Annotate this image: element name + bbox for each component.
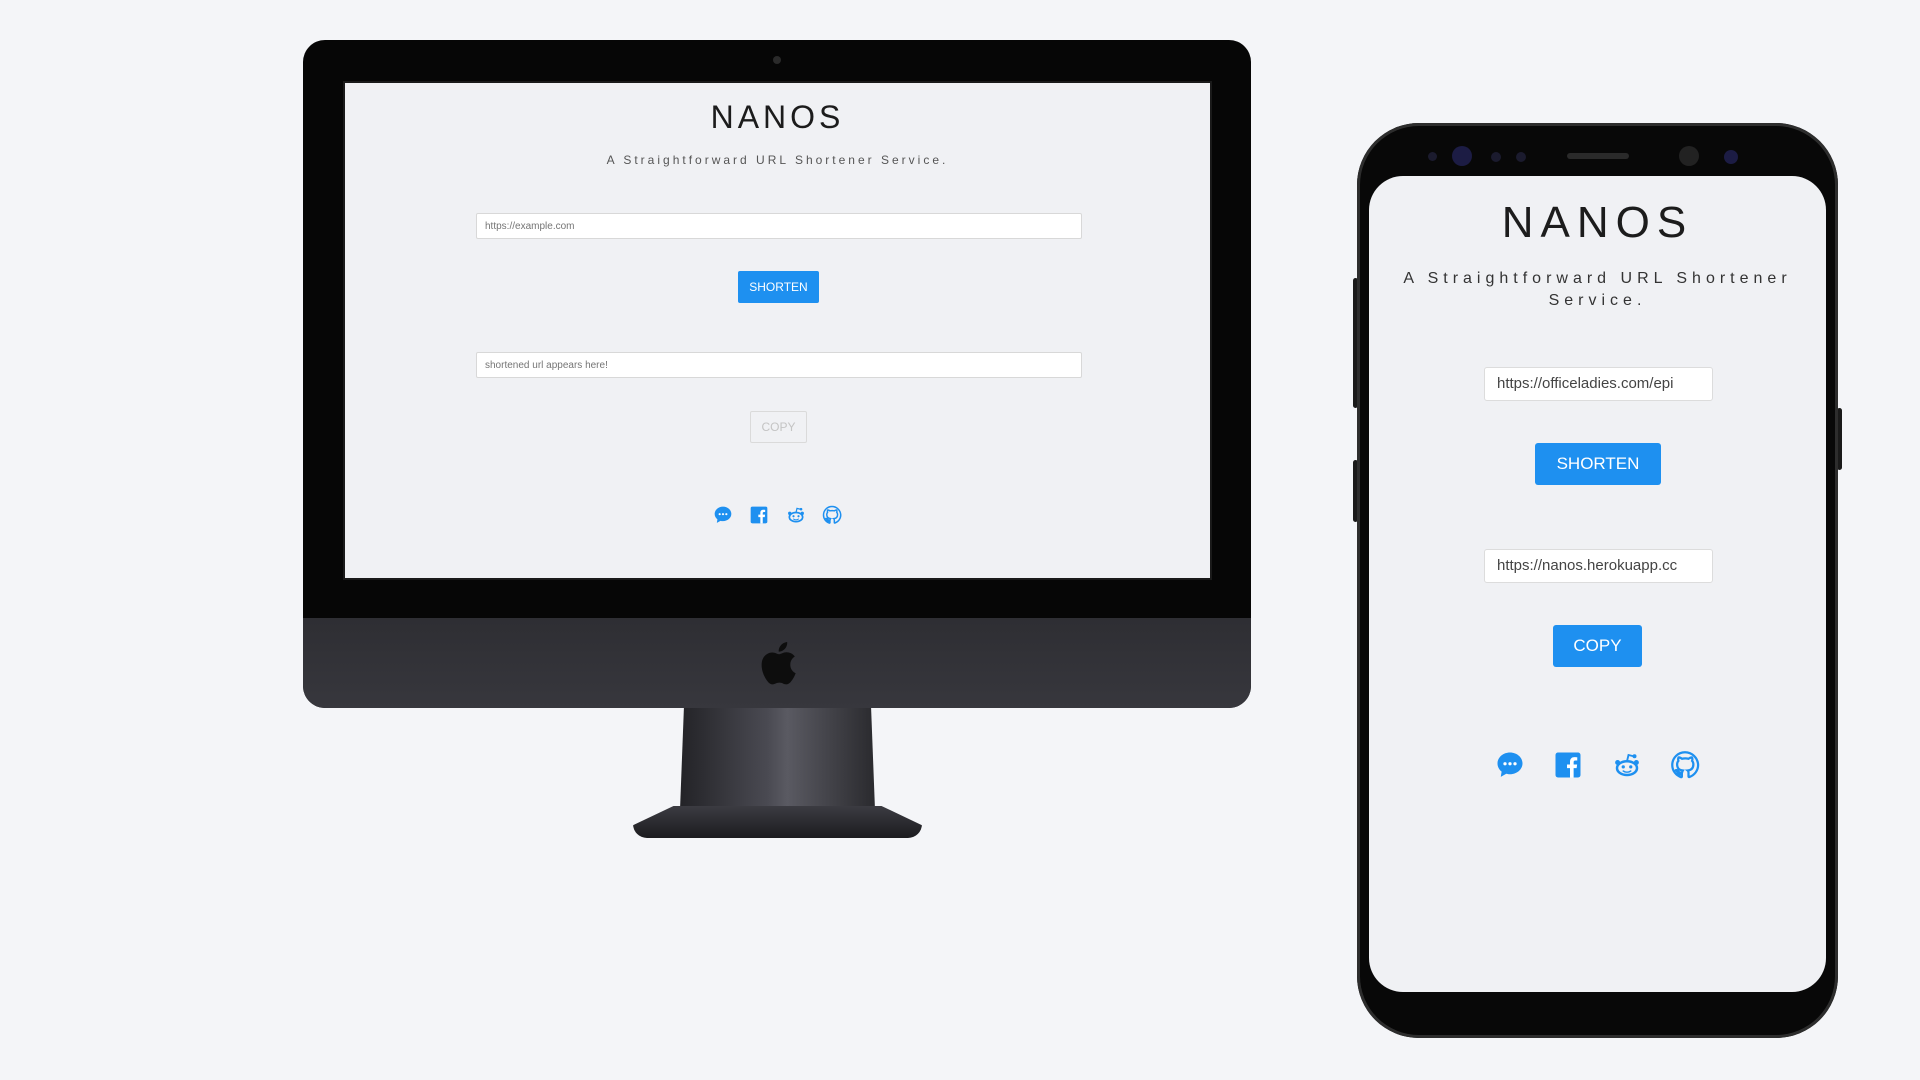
apple-logo-icon	[761, 642, 796, 685]
facebook-icon[interactable]	[749, 505, 769, 525]
shorten-button[interactable]: SHORTEN	[1535, 443, 1661, 485]
chat-icon[interactable]	[713, 505, 733, 525]
imac-stand-neck	[680, 708, 875, 810]
copy-button[interactable]: COPY	[750, 411, 807, 443]
page-title: NANOS	[1501, 198, 1694, 247]
reddit-icon[interactable]	[1612, 750, 1642, 780]
phone-sensor	[1428, 152, 1437, 161]
reddit-icon[interactable]	[786, 505, 806, 525]
shortened-url-output[interactable]	[476, 352, 1082, 378]
github-icon[interactable]	[822, 505, 842, 525]
desktop-screen: NANOS A Straightforward URL Shortener Se…	[343, 81, 1212, 580]
facebook-icon[interactable]	[1553, 750, 1583, 780]
phone-speaker	[1567, 153, 1629, 159]
social-links	[345, 505, 1210, 530]
github-icon[interactable]	[1670, 750, 1700, 780]
phone-iris-scanner	[1452, 146, 1472, 166]
shorten-button[interactable]: SHORTEN	[738, 271, 819, 303]
phone-sensor	[1491, 152, 1501, 162]
imac-camera	[773, 56, 781, 64]
copy-button[interactable]: COPY	[1553, 625, 1642, 667]
phone-sensor	[1724, 150, 1738, 164]
phone-sensor	[1516, 152, 1526, 162]
page-subtitle: A Straightforward URL Shortener Service.	[1403, 270, 1792, 309]
shortened-url-output[interactable]: https://nanos.herokuapp.cc	[1484, 549, 1713, 583]
social-links	[1369, 750, 1826, 785]
page-subtitle: A Straightforward URL Shortener Service.	[606, 153, 949, 167]
imac-stand-foot	[633, 806, 922, 838]
url-input[interactable]: https://officeladies.com/epi	[1484, 367, 1713, 401]
url-input[interactable]	[476, 213, 1082, 239]
mobile-screen: NANOS A Straightforward URL Shortener Se…	[1369, 176, 1826, 992]
page-title: NANOS	[710, 99, 845, 135]
phone-front-camera	[1679, 146, 1699, 166]
chat-icon[interactable]	[1495, 750, 1525, 780]
